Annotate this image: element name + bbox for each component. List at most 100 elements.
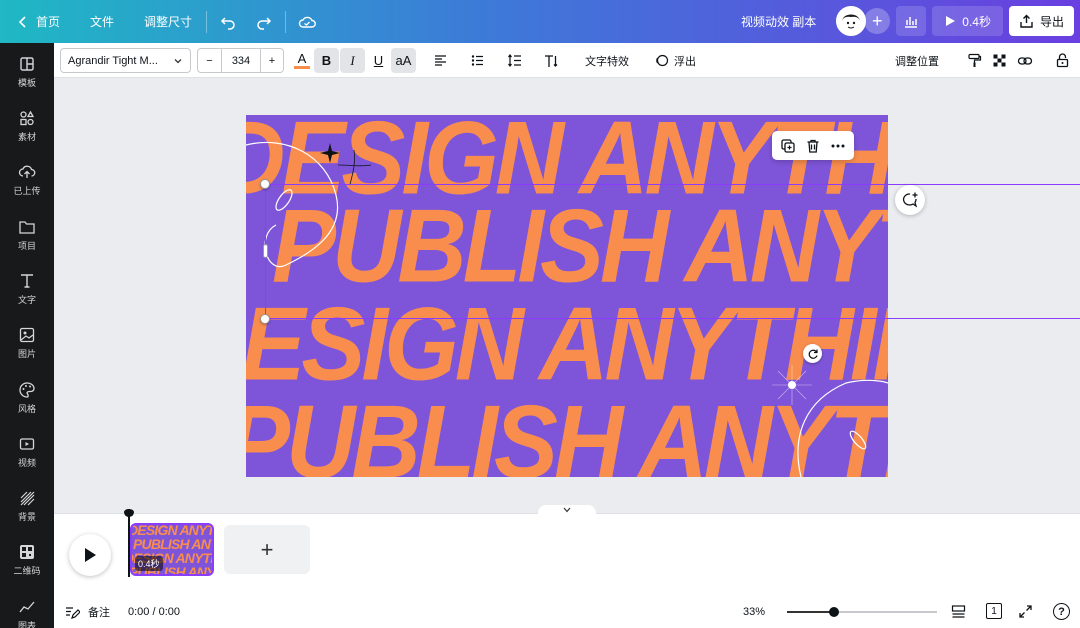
file-menu[interactable]: 文件	[82, 7, 122, 37]
delete-button[interactable]	[805, 138, 821, 154]
text-toolbar: Agrandir Tight M... − 334 + A B I U aA 文…	[54, 43, 1080, 78]
sidebar-item-videos[interactable]: 视频	[0, 435, 54, 469]
sidebar-item-templates[interactable]: 模板	[0, 55, 54, 89]
bold-button[interactable]: B	[314, 48, 339, 73]
transparency-button[interactable]	[988, 48, 1010, 73]
timeline-clip[interactable]: DESIGN ANYTHING PUBLISH ANYTHING DESIGN …	[130, 523, 214, 576]
text-effects-button[interactable]: 文字特效	[577, 48, 637, 73]
sidebar-item-background[interactable]: 背景	[0, 489, 54, 523]
home-button[interactable]: 首页	[8, 7, 68, 37]
sidebar-label: 已上传	[13, 186, 41, 196]
comment-add-icon	[902, 192, 918, 208]
question-mark-icon: ?	[1058, 605, 1065, 618]
sidebar-item-projects[interactable]: 项目	[0, 218, 54, 252]
sidebar-label: 模板	[17, 78, 36, 88]
invite-plus-button[interactable]: +	[864, 8, 891, 34]
bold-label: B	[321, 53, 332, 68]
resize-handle-left[interactable]	[263, 244, 268, 258]
left-sidebar: 模板 素材 已上传 项目 文字 图片 风格 视频 背景 二维码 图表	[0, 43, 54, 628]
resize-menu[interactable]: 调整尺寸	[136, 7, 200, 37]
page-number-button[interactable]: 1	[986, 603, 1002, 619]
play-button[interactable]	[69, 534, 111, 576]
help-button[interactable]: ?	[1053, 603, 1070, 620]
design-canvas[interactable]: DESIGN ANYTHING PUBLISH ANYTHING DESIGN …	[246, 115, 888, 477]
image-icon	[19, 327, 35, 343]
sidebar-item-elements[interactable]: 素材	[0, 109, 54, 143]
sidebar-item-qrcode[interactable]: 二维码	[0, 543, 54, 577]
sidebar-item-photos[interactable]: 图片	[0, 326, 54, 360]
rotate-handle[interactable]	[803, 344, 822, 363]
top-bar-right: 视频动效 副本 + 0.4秒 导出	[741, 6, 1074, 36]
position-label: 调整位置	[895, 55, 939, 68]
text-orientation-icon	[545, 54, 558, 67]
sidebar-item-text[interactable]: 文字	[0, 272, 54, 306]
bar-chart-icon	[905, 17, 918, 28]
playhead[interactable]	[124, 509, 134, 577]
palette-icon	[19, 382, 35, 398]
link-icon	[1017, 56, 1033, 65]
insights-button[interactable]	[896, 6, 927, 36]
more-horizontal-icon	[831, 144, 845, 147]
zoom-slider-handle[interactable]	[828, 607, 839, 617]
folder-icon	[19, 221, 35, 234]
font-size-decrease[interactable]: −	[198, 49, 222, 72]
redo-button[interactable]	[249, 7, 279, 37]
lock-button[interactable]	[1051, 48, 1073, 73]
line-spacing-icon	[507, 54, 521, 67]
list-button[interactable]	[465, 48, 489, 73]
format-painter-button[interactable]	[963, 48, 985, 73]
text-color-button[interactable]: A	[291, 48, 313, 73]
vertical-text-button[interactable]	[539, 48, 563, 73]
font-family-select[interactable]: Agrandir Tight M...	[60, 48, 191, 73]
transparency-icon	[993, 54, 1005, 67]
redo-icon	[257, 16, 272, 30]
chevron-down-icon	[563, 507, 571, 513]
resize-handle-top-left[interactable]	[260, 179, 270, 189]
chart-icon	[19, 601, 35, 613]
clip-duration-badge: 0.4秒	[135, 556, 163, 571]
align-button[interactable]	[428, 48, 452, 73]
spacing-button[interactable]	[502, 48, 526, 73]
home-label: 首页	[36, 15, 61, 29]
sidebar-label: 图表	[17, 621, 36, 628]
duplicate-button[interactable]	[780, 138, 796, 154]
add-comment-button[interactable]	[895, 185, 925, 215]
document-title[interactable]: 视频动效 副本	[741, 13, 816, 30]
font-size-increase[interactable]: +	[260, 49, 283, 72]
clip-text-line: DESIGN ANYTHING	[130, 523, 214, 538]
resize-handle-bottom-left[interactable]	[260, 314, 270, 324]
grid-view-button[interactable]	[951, 604, 966, 619]
fullscreen-button[interactable]	[1018, 604, 1033, 619]
chevron-down-icon	[174, 58, 182, 63]
more-options-button[interactable]	[830, 138, 846, 154]
sidebar-item-charts[interactable]: 图表	[0, 598, 54, 628]
cloud-save-button[interactable]	[292, 7, 322, 37]
template-icon	[20, 57, 34, 71]
notes-button[interactable]: 备注	[64, 604, 110, 620]
sidebar-item-styles[interactable]: 风格	[0, 381, 54, 415]
font-size-stepper: − 334 +	[197, 48, 284, 73]
sidebar-label: 背景	[17, 512, 36, 522]
elements-icon	[20, 110, 35, 126]
export-button[interactable]: 导出	[1008, 6, 1074, 36]
font-size-input[interactable]: 334	[222, 49, 260, 72]
sidebar-item-uploads[interactable]: 已上传	[0, 163, 54, 197]
avatar[interactable]	[836, 6, 867, 36]
italic-button[interactable]: I	[340, 48, 365, 73]
time-display: 0:00 / 0:00	[128, 606, 180, 618]
undo-button[interactable]	[213, 7, 243, 37]
text-color-letter: A	[297, 51, 307, 66]
divider	[285, 10, 287, 33]
position-button[interactable]: 调整位置	[892, 48, 942, 73]
top-bar: 首页 文件 调整尺寸 视频动效 副本 + 0.4秒 导出	[0, 0, 1080, 43]
zoom-percent[interactable]: 33%	[743, 606, 765, 618]
present-button[interactable]: 0.4秒	[932, 6, 1003, 36]
animate-button[interactable]: 浮出	[651, 48, 699, 73]
add-page-button[interactable]: +	[224, 525, 310, 574]
sidebar-label: 视频	[17, 458, 36, 468]
link-button[interactable]	[1014, 48, 1036, 73]
underline-button[interactable]: U	[366, 48, 391, 73]
letter-case-button[interactable]: aA	[391, 48, 416, 73]
timeline-collapse-toggle[interactable]	[538, 505, 596, 515]
plus-icon: +	[872, 10, 883, 31]
